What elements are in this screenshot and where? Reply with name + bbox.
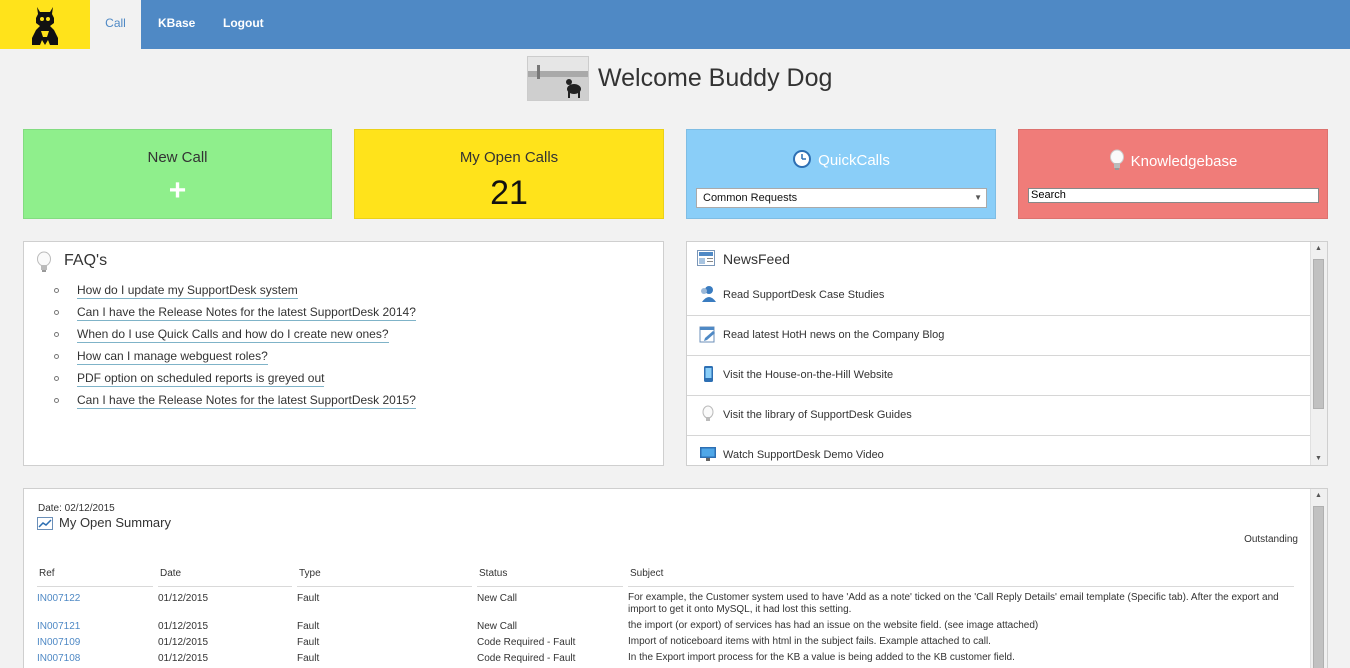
my-open-calls-title: My Open Calls [459,149,559,166]
row-ref-link[interactable]: IN007109 [37,637,80,648]
plus-icon: + [168,174,187,207]
summary-date: Date: 02/12/2015 [38,503,115,514]
my-open-calls-tile[interactable]: My Open Calls 21 [354,129,664,219]
row-date: 01/12/2015 [158,593,209,604]
clock-icon [792,149,812,173]
newsfeed-item-label: Read SupportDesk Case Studies [723,289,885,301]
faq-link[interactable]: How do I update my SupportDesk system [77,282,298,299]
faq-title: FAQ's [64,252,108,269]
quickcalls-select[interactable]: Common Requests ▼ [696,188,987,208]
divider [297,586,472,587]
chevron-down-icon: ▼ [974,193,982,202]
monitor-icon [699,445,717,465]
column-header-status[interactable]: Status [479,568,507,579]
welcome-title: Welcome Buddy Dog [598,64,833,92]
divider [37,586,153,587]
newsfeed-item-label: Visit the House-on-the-Hill Website [723,369,894,381]
knowledgebase-tile: Knowledgebase Search [1018,129,1328,219]
scroll-thumb[interactable] [1313,506,1324,668]
row-subject: For example, the Customer system used to… [628,592,1279,615]
newsfeed-item[interactable]: Visit the House-on-the-Hill Website [687,356,1311,396]
row-ref-link[interactable]: IN007108 [37,653,80,664]
row-ref-link[interactable]: IN007121 [37,621,80,632]
open-summary-panel: Date: 02/12/2015 My Open Summary Outstan… [23,488,1328,668]
newsfeed-item-label: Visit the library of SupportDesk Guides [723,409,912,421]
row-subject: the import (or export) of services has h… [628,620,1039,631]
knowledgebase-title-row: Knowledgebase [1019,149,1327,175]
knowledgebase-search-input[interactable]: Search [1028,188,1319,203]
row-date: 01/12/2015 [158,621,209,632]
new-call-tile[interactable]: New Call + [23,129,332,219]
faq-link[interactable]: Can I have the Release Notes for the lat… [77,304,416,321]
news-icon [697,250,715,271]
open-calls-count: 21 [490,174,528,212]
column-header-subject[interactable]: Subject [630,568,663,579]
summary-title: My Open Summary [59,515,171,530]
newsfeed-item[interactable]: Visit the library of SupportDesk Guides [687,396,1311,436]
logo[interactable] [0,0,90,49]
row-type: Fault [297,593,320,604]
faq-link[interactable]: Can I have the Release Notes for the lat… [77,392,416,409]
scroll-thumb[interactable] [1313,259,1324,409]
newsfeed-item[interactable]: Read latest HotH news on the Company Blo… [687,316,1311,356]
top-navigation-bar: Call KBase Logout [0,0,1350,49]
row-status: Code Required - Fault [477,653,576,664]
newsfeed-item[interactable]: Read SupportDesk Case Studies [687,276,1311,316]
divider [628,586,1294,587]
nav-tab-logout[interactable]: Logout [223,0,264,49]
newsfeed-scrollbar[interactable]: ▲ ▼ [1310,242,1327,465]
nav-tab-call[interactable]: Call [90,0,141,49]
faq-link[interactable]: PDF option on scheduled reports is greye… [77,370,325,387]
new-call-title: New Call [147,149,208,166]
scroll-up-icon[interactable]: ▲ [1315,492,1322,499]
nav-tab-kbase[interactable]: KBase [158,0,195,49]
row-status: Code Required - Fault [477,637,576,648]
faq-panel: FAQ's How do I update my SupportDesk sys… [23,241,664,466]
outstanding-label: Outstanding [1244,534,1298,545]
chart-icon [37,517,53,535]
row-status: New Call [477,621,518,632]
phone-icon [699,365,717,388]
column-header-ref[interactable]: Ref [39,568,55,579]
quickcalls-tile: QuickCalls Common Requests ▼ [686,129,996,219]
quickcalls-title: QuickCalls [818,151,890,169]
row-subject: Import of noticeboard items with html in… [628,636,991,647]
quickcalls-selected-value: Common Requests [703,192,798,204]
row-type: Fault [297,621,320,632]
newsfeed-item[interactable]: Watch SupportDesk Demo Video [687,436,1311,465]
row-date: 01/12/2015 [158,653,209,664]
row-type: Fault [297,637,320,648]
row-ref-link[interactable]: IN007122 [37,593,80,604]
quickcalls-title-row: QuickCalls [687,149,995,173]
faq-link[interactable]: How can I manage webguest roles? [77,348,268,365]
scroll-up-icon[interactable]: ▲ [1315,245,1322,252]
newsfeed-title: NewsFeed [723,251,790,267]
faq-link[interactable]: When do I use Quick Calls and how do I c… [77,326,389,343]
lightbulb-icon [1109,149,1125,175]
summary-scrollbar[interactable]: ▲ [1310,489,1327,668]
newsfeed-item-label: Watch SupportDesk Demo Video [723,449,884,461]
lightbulb-icon [699,405,717,428]
row-status: New Call [477,593,518,604]
blog-icon [699,325,717,348]
newsfeed-panel: NewsFeed Read SupportDesk Case Studies R… [686,241,1328,466]
row-subject: In the Export import process for the KB … [628,652,1015,663]
row-date: 01/12/2015 [158,637,209,648]
avatar [527,56,589,101]
logo-icon [32,7,58,45]
user-icon [699,285,717,308]
divider [158,586,292,587]
column-header-type[interactable]: Type [299,568,321,579]
knowledgebase-title: Knowledgebase [1130,152,1238,170]
column-header-date[interactable]: Date [160,568,181,579]
newsfeed-item-label: Read latest HotH news on the Company Blo… [723,329,945,341]
row-type: Fault [297,653,320,664]
divider [477,586,623,587]
lightbulb-icon [36,251,52,278]
scroll-down-icon[interactable]: ▼ [1315,455,1322,462]
